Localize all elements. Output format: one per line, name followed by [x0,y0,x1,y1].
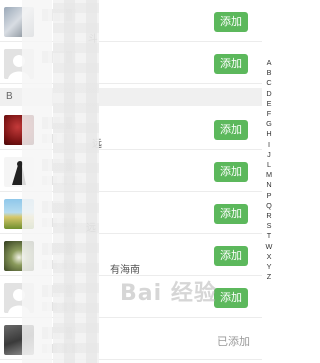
index-letter-d[interactable]: D [266,89,271,99]
index-letter-g[interactable]: G [266,119,272,129]
privacy-blur [22,0,52,363]
index-letter-h[interactable]: H [266,129,271,139]
index-letter-p[interactable]: P [267,191,272,201]
subtitle-fragment: 有海南 [110,265,140,276]
add-button[interactable]: 添加 [214,12,248,32]
index-letter-t[interactable]: T [267,231,271,241]
index-letter-r[interactable]: R [266,211,271,221]
index-letter-x[interactable]: X [267,252,272,262]
index-letter-b[interactable]: B [267,68,272,78]
index-letter-q[interactable]: Q [266,201,272,211]
index-letter-n[interactable]: N [266,180,271,190]
add-button[interactable]: 添加 [214,162,248,182]
add-button[interactable]: 添加 [214,204,248,224]
index-letter-s[interactable]: S [267,221,272,231]
contact-list-page: 斗 添加 添加 B 远 添加 添加 远 添加 有海南 [0,0,277,363]
add-button[interactable]: 添加 [214,246,248,266]
privacy-mosaic [53,0,99,363]
index-letter-a[interactable]: A [267,58,272,68]
index-letter-m[interactable]: M [266,170,272,180]
index-letter-e[interactable]: E [267,99,272,109]
index-letter-l[interactable]: L [267,160,271,170]
index-letter-w[interactable]: W [266,242,273,252]
added-status: 已添加 [217,336,250,348]
index-letter-i[interactable]: I [268,140,270,150]
index-letter-f[interactable]: F [267,109,271,119]
add-button[interactable]: 添加 [214,288,248,308]
watermark-logo: Bai 经验 [120,281,217,306]
add-button[interactable]: 添加 [214,120,248,140]
index-letter-z[interactable]: Z [267,272,271,282]
index-letter-y[interactable]: Y [267,262,272,272]
index-letter-j[interactable]: J [267,150,271,160]
alphabet-index-bar[interactable]: ABCDEFGHIJLMNPQRSTWXYZ [263,58,275,282]
add-button[interactable]: 添加 [214,54,248,74]
index-letter-c[interactable]: C [266,78,271,88]
